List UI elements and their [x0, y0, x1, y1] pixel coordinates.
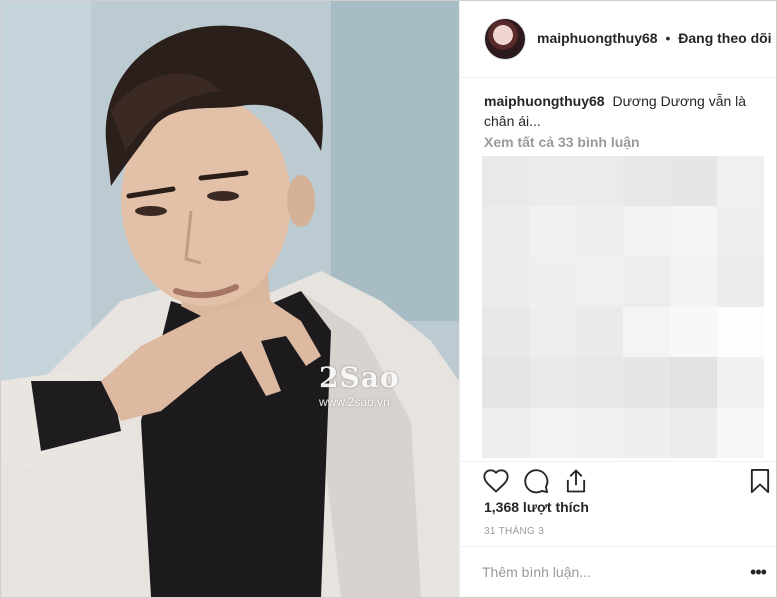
view-all-comments-link[interactable]: Xem tất cả 33 bình luận — [484, 134, 640, 150]
post-sidebar: maiphuongthuy68 • Đang theo dõi maiphuon… — [459, 1, 776, 597]
bookmark-icon[interactable] — [746, 467, 774, 495]
post-date[interactable]: 31 THÁNG 3 — [484, 526, 544, 537]
pixelated-comments — [482, 156, 764, 458]
heart-icon[interactable] — [482, 467, 510, 495]
caption-username-link[interactable]: maiphuongthuy68 — [484, 93, 605, 109]
username-link[interactable]: maiphuongthuy68 — [537, 30, 658, 46]
comment-bubble-icon[interactable] — [522, 467, 550, 495]
following-button[interactable]: Đang theo dõi — [678, 30, 771, 46]
watermark-logo: 2Sao — [319, 361, 400, 394]
watermark: 2Sao www.2sao.vn — [319, 361, 400, 410]
likes-count[interactable]: 1,368 lượt thích — [484, 499, 589, 515]
instagram-post-window: 2Sao www.2sao.vn maiphuongthuy68 • Đang … — [0, 0, 777, 598]
post-photo[interactable]: 2Sao www.2sao.vn — [1, 1, 459, 597]
more-options-icon[interactable]: ••• — [746, 562, 770, 582]
avatar[interactable] — [484, 18, 526, 60]
portrait-illustration — [1, 1, 459, 597]
share-icon[interactable] — [562, 467, 590, 495]
post-header: maiphuongthuy68 • Đang theo dõi — [460, 1, 776, 78]
action-bar — [460, 461, 776, 498]
add-comment-input[interactable] — [482, 561, 732, 583]
separator-dot: • — [665, 30, 671, 46]
comment-bar: ••• — [460, 546, 776, 597]
header-text: maiphuongthuy68 • Đang theo dõi — [537, 30, 772, 46]
post-caption: maiphuongthuy68 Dương Dương vẫn là chân … — [484, 91, 764, 131]
watermark-url: www.2sao.vn — [319, 395, 390, 409]
